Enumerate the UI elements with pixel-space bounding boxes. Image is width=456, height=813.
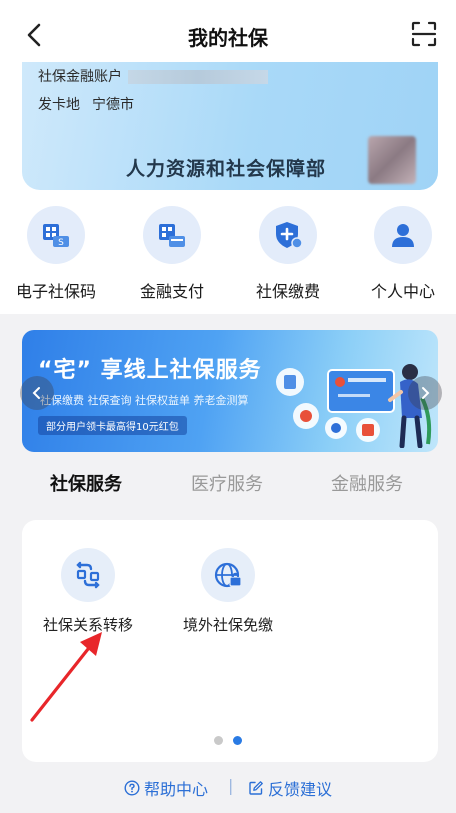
svg-text:S: S xyxy=(58,238,64,248)
quick-action-e-card[interactable]: S 电子社保码 xyxy=(1,206,111,302)
banner-title: “宅” 享线上社保服务 xyxy=(38,358,262,383)
service-overseas-exemption[interactable]: 境外社保免缴 xyxy=(158,548,298,635)
edit-icon xyxy=(249,781,263,795)
shield-plus-icon xyxy=(259,206,317,264)
chevron-right-icon xyxy=(422,387,430,399)
banner-subtitle: 社保缴费 社保查询 社保权益单 养老金测算 xyxy=(40,394,249,407)
card-photo xyxy=(368,136,416,184)
quick-action-label: 金融支付 xyxy=(139,282,204,301)
masked-account-number xyxy=(128,70,268,84)
chevron-left-icon xyxy=(32,387,40,399)
quick-action-label: 社保缴费 xyxy=(255,282,320,301)
scan-icon[interactable] xyxy=(410,20,438,48)
banner-tag: 部分用户领卡最高得10元红包 xyxy=(38,416,187,435)
help-icon xyxy=(124,780,140,796)
service-relation-transfer[interactable]: 社保关系转移 xyxy=(18,548,158,635)
account-row: 社保金融账户 xyxy=(38,66,268,86)
transfer-icon xyxy=(61,548,115,602)
tab-financial-services[interactable]: 金融服务 xyxy=(331,470,403,496)
footer-links: 帮助中心 | 反馈建议 xyxy=(0,772,456,802)
banner-prev-button[interactable] xyxy=(20,376,54,410)
place-label: 发卡地 xyxy=(38,97,80,113)
quick-actions: S 电子社保码 金融支付 社保缴费 个人中心 xyxy=(0,206,456,302)
service-tabs: 社保服务 医疗服务 金融服务 xyxy=(0,470,456,504)
quick-action-finance-pay[interactable]: 金融支付 xyxy=(117,206,227,302)
social-security-card[interactable]: 社保金融账户 发卡地 宁德市 人力资源和社会保障部 xyxy=(22,62,438,190)
quick-action-personal-center[interactable]: 个人中心 xyxy=(348,206,456,302)
qr-pay-icon xyxy=(143,206,201,264)
quick-action-pay-insurance[interactable]: 社保缴费 xyxy=(233,206,343,302)
annotation-arrow-icon xyxy=(30,632,102,722)
quick-action-label: 个人中心 xyxy=(370,282,435,301)
quick-action-label: 电子社保码 xyxy=(15,282,96,301)
status-bar xyxy=(0,0,456,10)
banner-next-button[interactable] xyxy=(408,376,442,410)
tab-social-security-services[interactable]: 社保服务 xyxy=(50,470,122,496)
pager-dot-active[interactable] xyxy=(233,736,242,745)
promo-banner[interactable]: “宅” 享线上社保服务 社保缴费 社保查询 社保权益单 养老金测算 部分用户领卡… xyxy=(22,330,438,452)
feedback-link[interactable]: 反馈建议 xyxy=(248,776,332,800)
help-center-link[interactable]: 帮助中心 xyxy=(124,776,208,800)
place-value: 宁德市 xyxy=(92,97,134,113)
qr-card-icon: S xyxy=(27,206,85,264)
account-label: 社保金融账户 xyxy=(38,69,122,85)
pager-dot[interactable] xyxy=(214,736,223,745)
globe-icon xyxy=(201,548,255,602)
card-issuer: 人力资源和社会保障部 xyxy=(126,158,327,180)
feedback-label: 反馈建议 xyxy=(268,780,333,799)
nav-bar: 我的社保 xyxy=(0,10,456,62)
help-center-label: 帮助中心 xyxy=(144,780,209,799)
service-pager xyxy=(214,730,252,749)
person-icon xyxy=(374,206,432,264)
footer-separator: | xyxy=(228,776,234,795)
banner-indicator xyxy=(200,442,264,452)
page-title: 我的社保 xyxy=(188,26,268,50)
tab-medical-services[interactable]: 医疗服务 xyxy=(191,470,263,496)
service-label: 境外社保免缴 xyxy=(182,616,273,634)
place-row: 发卡地 宁德市 xyxy=(38,94,134,114)
